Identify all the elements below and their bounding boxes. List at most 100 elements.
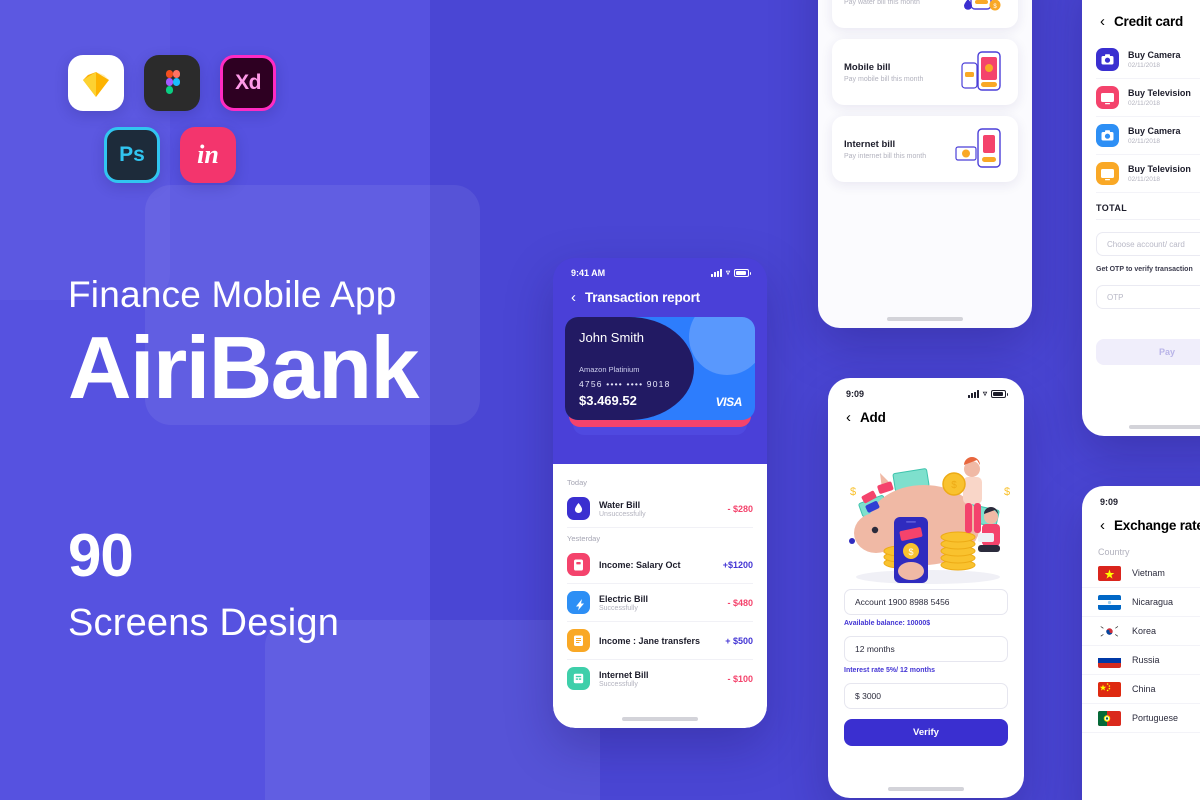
list-item[interactable]: Vietnam [1082,559,1200,588]
list-item-date: 02/11/2018 [1128,62,1161,69]
country-column-header: Country [1098,547,1130,557]
table-row[interactable]: Electric Bill Successfully - $480 [567,584,753,622]
add-nav-title: Add [860,410,886,425]
bill-subtitle: Pay mobile bill this month [844,75,924,83]
country-name: Nicaragua [1132,597,1174,607]
bills-list: Water bill Pay water bill this month $ M… [818,0,1032,182]
transaction-status: Successfully [599,680,638,688]
visa-logo: VISA [715,395,743,409]
status-time: 9:09 [846,388,865,399]
status-time: 9:41 AM [571,267,606,278]
vietnam-flag [1098,565,1121,581]
camera-icon [1096,48,1119,71]
background-panel-bottom [265,620,600,800]
list-item[interactable]: Korea [1082,617,1200,646]
credit-total-label: TOTAL [1096,203,1128,213]
home-indicator [887,317,963,321]
list-item[interactable]: Buy Television 02/11/2018 [1096,155,1200,193]
list-item[interactable]: Buy Camera 02/11/2018 [1096,117,1200,155]
transaction-status: Unsuccessfully [599,510,646,518]
list-item[interactable]: Buy Television 02/11/2018 [1096,79,1200,117]
term-input[interactable]: 12 months [844,636,1008,662]
adobe-xd-label: Xd [235,71,261,94]
internet-bill-art [944,127,1006,171]
list-item[interactable]: China [1082,675,1200,704]
card-number: 4756 •••• •••• 9018 [579,379,671,389]
transaction-amount: +$1200 [722,559,753,570]
group-label-yesterday: Yesterday [567,534,601,543]
divider [1096,219,1200,220]
card-type: Amazon Platinium [579,365,640,374]
table-row[interactable]: Income : Jane transfers + $500 [567,622,753,660]
tv-icon [1096,162,1119,185]
portugal-flag [1098,710,1121,726]
tool-logos-row-1: Xd [68,55,548,111]
list-item-date: 02/11/2018 [1128,138,1161,145]
wifi-icon: ▿ [725,268,730,277]
pay-button[interactable]: Pay [1096,339,1200,365]
table-row[interactable]: Water Bill Unsuccessfully - $280 [567,490,753,528]
exchange-rate-screen: 9:09 ‹ Exchange rate Country Vietnam Nic… [1082,486,1200,800]
bill-card[interactable]: Internet bill Pay internet bill this mon… [832,116,1018,182]
list-item[interactable]: Portuguese [1082,704,1200,733]
transaction-amount: - $100 [727,673,753,684]
choose-account-input[interactable]: Choose account/ card [1096,232,1200,256]
camera-icon [1096,124,1119,147]
battery-icon [991,389,1008,398]
bill-card[interactable]: Mobile bill Pay mobile bill this month [832,39,1018,105]
verify-button[interactable]: Verify [844,719,1008,746]
credit-nav-title: Credit card [1114,14,1184,29]
otp-label: Get OTP to verify transaction [1096,266,1193,273]
credit-card-visual[interactable]: John Smith Amazon Platinium 4756 •••• ••… [565,317,755,420]
korea-flag [1098,623,1121,639]
list-item[interactable]: Nicaragua [1082,588,1200,617]
list-item-date: 02/11/2018 [1128,176,1161,183]
exchange-nav-title: Exchange rate [1114,518,1200,533]
group-label-today: Today [567,478,588,487]
figma-logo [144,55,200,111]
transaction-amount: - $280 [727,503,753,514]
country-name: China [1132,684,1156,694]
water-drop-icon [567,497,590,520]
transaction-nav-title: Transaction report [585,290,700,305]
back-chevron-icon[interactable]: ‹ [1100,14,1105,29]
transaction-title: Internet Bill [599,669,649,680]
back-chevron-icon[interactable]: ‹ [1100,518,1105,533]
card-decoration-circle [689,317,755,375]
table-row[interactable]: Income: Salary Oct +$1200 [567,546,753,584]
amount-input[interactable]: $ 3000 [844,683,1008,709]
credit-transactions-list: Buy Camera 02/11/2018 Buy Television 02/… [1082,39,1200,193]
bill-title: Mobile bill [844,61,891,73]
bill-title: Internet bill [844,138,896,150]
list-item[interactable]: Buy Camera 02/11/2018 [1096,41,1200,79]
screens-count: 90 [68,522,134,590]
credit-card-screen: ‹ Credit card Buy Camera 02/11/2018 Buy … [1082,0,1200,436]
bill-card[interactable]: Water bill Pay water bill this month $ [832,0,1018,28]
svg-text:$: $ [850,486,856,498]
photoshop-label: Ps [119,143,145,166]
available-balance-note: Available balance: 10000$ [844,620,931,627]
bolt-icon [567,591,590,614]
account-input[interactable]: Account 1900 8988 5456 [844,589,1008,615]
router-icon [567,667,590,690]
status-bar: 9:41 AM ▿ [553,258,767,284]
back-chevron-icon[interactable]: ‹ [571,290,576,305]
sketch-logo [68,55,124,111]
credit-nav: ‹ Credit card [1082,8,1200,39]
otp-input[interactable]: OTP [1096,285,1200,309]
hero-title: AiriBank [68,317,419,417]
list-item-title: Buy Television [1128,88,1191,98]
list-item-date: 02/11/2018 [1128,100,1161,107]
back-chevron-icon[interactable]: ‹ [846,410,851,425]
table-row[interactable]: Internet Bill Successfully - $100 [567,660,753,697]
photoshop-logo: Ps [104,127,160,183]
card-stack: John Smith Amazon Platinium 4756 •••• ••… [565,317,755,442]
bill-subtitle: Pay water bill this month [844,0,920,6]
add-savings-screen: 9:09 ▿ ‹ Add $ $ $ $ Account 1900 8988 5… [828,378,1024,798]
piggy-bank-savings-art: $ $ $ $ [836,437,1016,589]
list-item[interactable]: Russia [1082,646,1200,675]
transaction-title: Electric Bill [599,593,649,604]
svg-text:$: $ [908,547,913,557]
water-bill-art: $ [944,0,1006,17]
status-bar: 9:09 ▿ [828,378,1024,404]
